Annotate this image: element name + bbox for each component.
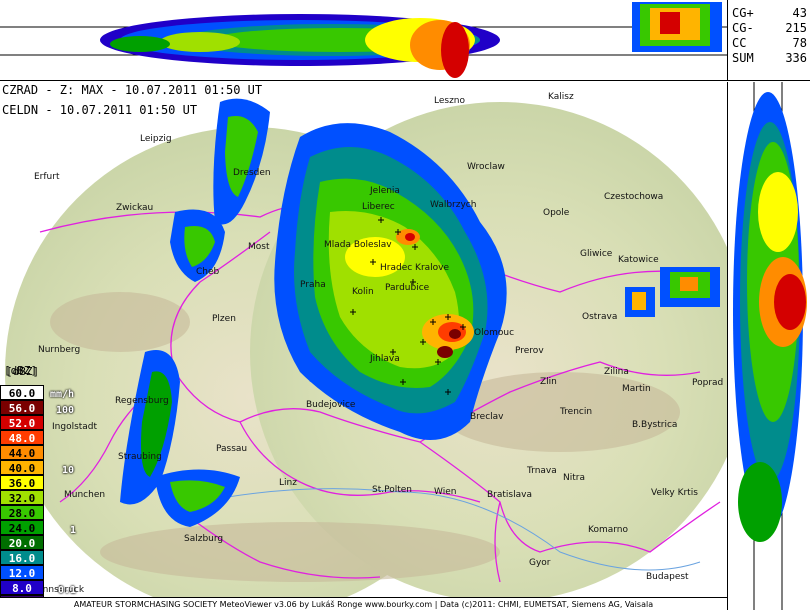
city-label: Regensburg bbox=[115, 396, 169, 406]
city-label: Pardubice bbox=[385, 283, 430, 293]
city-label: Leszno bbox=[434, 96, 466, 106]
city-label: Ostrava bbox=[582, 312, 618, 322]
legend-dbz-unit: [dBZ] bbox=[4, 364, 38, 377]
city-label: Zwickau bbox=[116, 203, 154, 213]
city-label: Katowice bbox=[618, 255, 659, 265]
city-label: Jelenia bbox=[370, 186, 400, 196]
lightning-counter-panel: CG+ 43 CG- 215 CC 78 SUM 336 bbox=[727, 0, 810, 81]
city-label: Kolin bbox=[352, 287, 374, 297]
city-label: Bratislava bbox=[487, 490, 532, 500]
city-label: Komarno bbox=[588, 525, 628, 535]
radar-map: Leszno Kalisz Leipzig Dresden Wroclaw Er… bbox=[0, 82, 727, 597]
top-profile-chart bbox=[0, 2, 727, 78]
side-profile-chart bbox=[733, 82, 807, 610]
city-label: Praha bbox=[300, 280, 326, 290]
city-label: Nitra bbox=[563, 473, 585, 483]
city-label: Zlin bbox=[540, 377, 557, 387]
city-label: Jihlava bbox=[370, 354, 400, 364]
counter-label: CG+ bbox=[732, 6, 754, 20]
counter-value: 215 bbox=[785, 21, 807, 35]
counter-row-cg-minus: CG- 215 bbox=[732, 21, 807, 37]
city-label: Olomouc bbox=[474, 328, 515, 338]
city-label: Martin bbox=[622, 384, 651, 394]
city-label: Wien bbox=[434, 487, 457, 497]
city-label: Czestochowa bbox=[604, 192, 664, 202]
side-profile-panel bbox=[727, 82, 810, 610]
top-profile-panel bbox=[0, 0, 727, 81]
city-label: Plzen bbox=[212, 314, 236, 324]
city-label: Walbrzych bbox=[430, 200, 477, 210]
city-label: Salzburg bbox=[184, 534, 224, 544]
city-label: Dresden bbox=[233, 168, 271, 178]
city-label: Liberec bbox=[362, 202, 395, 212]
city-label: Zilina bbox=[604, 367, 629, 377]
city-label: St.Polten bbox=[372, 485, 412, 495]
city-label: Munchen bbox=[64, 490, 106, 500]
city-label: Wroclaw bbox=[467, 162, 505, 172]
radar-viewer: CG+ 43 CG- 215 CC 78 SUM 336 Leszno Kali… bbox=[0, 0, 810, 610]
city-label: Opole bbox=[543, 208, 570, 218]
city-label: Budapest bbox=[646, 572, 689, 582]
city-label: Most bbox=[248, 242, 270, 252]
city-label: Velky Krtis bbox=[651, 488, 698, 498]
top-echo-band bbox=[100, 14, 500, 78]
city-label: Kalisz bbox=[548, 92, 574, 102]
city-label: Prerov bbox=[515, 346, 544, 356]
city-label: Straubing bbox=[118, 452, 162, 462]
city-label: Cheb bbox=[196, 267, 220, 277]
city-label: Gyor bbox=[529, 558, 551, 568]
city-label: Mlada Boleslav bbox=[324, 240, 392, 250]
city-label: B.Bystrica bbox=[632, 420, 678, 430]
city-label: Breclav bbox=[470, 412, 504, 422]
lightning-product-title: CELDN - 10.07.2011 01:50 UT bbox=[2, 103, 198, 117]
city-label: Nurnberg bbox=[38, 345, 81, 355]
city-label: Trencin bbox=[560, 407, 593, 417]
footer-credits: AMATEUR STORMCHASING SOCIETY MeteoViewer… bbox=[0, 597, 727, 610]
counter-row-cg-plus: CG+ 43 bbox=[732, 6, 807, 22]
city-label: Ingolstadt bbox=[52, 422, 98, 432]
counter-label: CC bbox=[732, 36, 747, 50]
counter-row-sum: SUM 336 bbox=[732, 51, 807, 67]
counter-row-cc: CC 78 bbox=[732, 36, 807, 52]
city-label: Linz bbox=[279, 478, 297, 488]
city-label: Passau bbox=[216, 444, 248, 454]
counter-value: 78 bbox=[792, 36, 807, 50]
counter-label: SUM bbox=[732, 51, 754, 65]
city-label: Poprad bbox=[692, 378, 724, 388]
map-canvas bbox=[5, 98, 727, 597]
city-label: Erfurt bbox=[34, 172, 60, 182]
counter-value: 43 bbox=[792, 6, 807, 20]
city-label: Budejovice bbox=[306, 400, 356, 410]
city-label: Gliwice bbox=[580, 249, 613, 259]
side-echo-band bbox=[733, 92, 807, 542]
counter-label: CG- bbox=[732, 21, 754, 35]
top-right-echo-band bbox=[632, 2, 722, 52]
city-label: Innsbruck bbox=[40, 585, 85, 595]
city-label: Leipzig bbox=[140, 134, 172, 144]
city-label: Hradec Kralove bbox=[380, 263, 450, 273]
counter-value: 336 bbox=[785, 51, 807, 65]
city-label: Trnava bbox=[527, 466, 557, 476]
radar-product-title: CZRAD - Z: MAX - 10.07.2011 01:50 UT bbox=[2, 83, 263, 97]
